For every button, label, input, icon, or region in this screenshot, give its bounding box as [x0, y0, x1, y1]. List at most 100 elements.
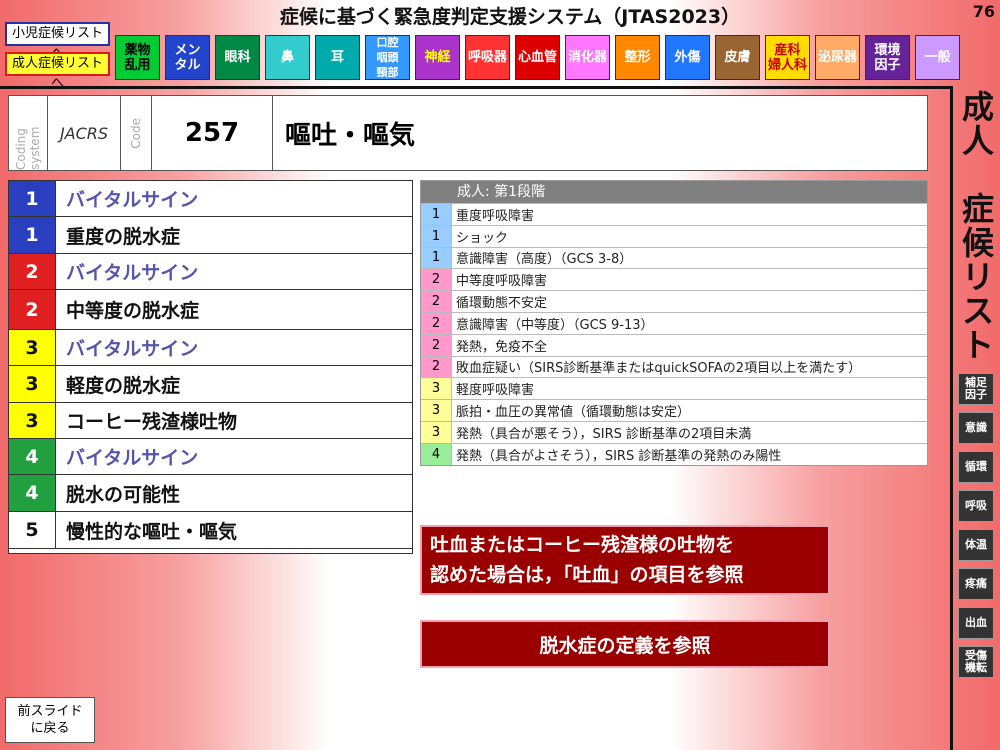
previous-slide-button[interactable]: 前スライド に戻る: [5, 697, 95, 743]
category-button[interactable]: 耳: [315, 35, 360, 80]
category-button[interactable]: 薬物 乱用: [115, 35, 160, 80]
criteria-text: 発熱（具合が悪そう），SIRS 診断基準の2項目未満: [451, 421, 927, 443]
category-button[interactable]: 外傷: [665, 35, 710, 80]
criteria-row: 2 発熱，免疫不全: [421, 333, 927, 356]
criteria-row: 4 発熱（具合がよさそう），SIRS 診断基準の発熱のみ陽性: [421, 442, 927, 465]
dehydration-definition-button[interactable]: 脱水症の定義を参照: [420, 620, 830, 668]
pediatric-list-button[interactable]: 小児症候リストへ: [5, 22, 110, 61]
symptom-row[interactable]: 1 重度の脱水症: [9, 217, 412, 254]
criteria-level: 3: [421, 421, 451, 443]
adult-list-button[interactable]: 成人症候リストへ: [5, 52, 110, 91]
coding-system-label: Coding system: [14, 126, 42, 170]
category-button[interactable]: 眼科: [215, 35, 260, 80]
page-number: 76: [972, 2, 995, 21]
criteria-text: 意識障害（高度）（GCS 3-8）: [451, 247, 927, 269]
category-button[interactable]: 神経: [415, 35, 460, 80]
criteria-rows: 1 重度呼吸障害 1 ショック 1 意識障害（高度）（GCS 3-8） 2 中等度呼吸障害 2 循…: [421, 203, 927, 465]
symptom-row[interactable]: 1 バイタルサイン: [9, 181, 412, 217]
code-value: 257: [152, 96, 273, 170]
hematemesis-note-button[interactable]: 吐血またはコーヒー残渣様の吐物を 認めた場合は，「吐血」の項目を参照: [420, 525, 830, 595]
triage-level-badge: 5: [9, 512, 56, 548]
triage-level-badge: 3: [9, 330, 56, 365]
criteria-header: 成人: 第1段階: [421, 181, 927, 203]
symptom-row[interactable]: 5 慢性的な嘔吐・嘔気: [9, 512, 412, 549]
category-button[interactable]: 皮膚: [715, 35, 760, 80]
first-stage-criteria-table: 成人: 第1段階 1 重度呼吸障害 1 ショック 1 意識障害（高度）（GCS 3-8） 2…: [420, 180, 928, 466]
coding-box: Coding system JACRS Code 257 嘔吐・嘔気: [8, 95, 928, 171]
criteria-text: 発熱，免疫不全: [451, 334, 927, 356]
symptom-row[interactable]: 2 バイタルサイン: [9, 254, 412, 290]
criteria-level: 2: [421, 269, 451, 291]
criteria-row: 3 軽度呼吸障害: [421, 377, 927, 400]
symptom-text: バイタルサイン: [66, 189, 199, 211]
modifier-button[interactable]: 受傷 機転: [958, 646, 994, 678]
criteria-row: 1 ショック: [421, 224, 927, 247]
modifier-button[interactable]: 疼痛: [958, 568, 994, 600]
criteria-row: 1 意識障害（高度）（GCS 3-8）: [421, 246, 927, 269]
category-button[interactable]: メン タル: [165, 35, 210, 80]
modifier-button[interactable]: 呼吸: [958, 490, 994, 522]
symptom-row[interactable]: 4 脱水の可能性: [9, 475, 412, 512]
symptom-text: 軽度の脱水症: [66, 374, 181, 397]
modifier-button[interactable]: 出血: [958, 607, 994, 639]
criteria-level: 3: [421, 378, 451, 400]
criteria-level: 4: [421, 443, 451, 465]
symptom-table: 1 バイタルサイン 1 重度の脱水症 2 バイタルサイン 2 中等度の脱水症 3 バイタルサイン 3…: [8, 180, 413, 554]
symptom-row[interactable]: 2 中等度の脱水症: [9, 290, 412, 330]
divider-horizontal: [0, 86, 953, 89]
criteria-text: 中等度呼吸障害: [451, 269, 927, 291]
criteria-row: 2 中等度呼吸障害: [421, 268, 927, 291]
symptom-text: バイタルサイン: [66, 338, 199, 360]
category-button[interactable]: 泌尿器: [815, 35, 860, 80]
modifier-button[interactable]: 体温: [958, 529, 994, 561]
criteria-text: 重度呼吸障害: [451, 204, 927, 225]
triage-level-badge: 1: [9, 217, 56, 253]
criteria-level: 1: [421, 204, 451, 225]
criteria-text: 循環動態不安定: [451, 291, 927, 312]
criteria-level: 1: [421, 225, 451, 247]
triage-level-badge: 2: [9, 290, 56, 329]
criteria-level: 2: [421, 291, 451, 312]
category-button[interactable]: 一般: [915, 35, 960, 80]
category-button[interactable]: 消化器: [565, 35, 610, 80]
criteria-level: 2: [421, 334, 451, 356]
sidebar-title: 成人 症候リスト: [961, 88, 994, 364]
code-label-cell: Code: [121, 96, 152, 170]
category-button[interactable]: 環境 因子: [865, 35, 910, 80]
symptom-text: バイタルサイン: [66, 262, 199, 284]
criteria-level: 3: [421, 400, 451, 421]
symptom-row[interactable]: 3 バイタルサイン: [9, 330, 412, 366]
category-button[interactable]: 口腔 咽頭 頸部: [365, 35, 410, 80]
category-button[interactable]: 産科 婦人科: [765, 35, 810, 80]
triage-level-badge: 4: [9, 439, 56, 474]
triage-level-badge: 1: [9, 181, 56, 216]
symptom-row[interactable]: 3 コーヒー残渣様吐物: [9, 403, 412, 439]
category-button[interactable]: 整形: [615, 35, 660, 80]
criteria-text: ショック: [451, 225, 927, 247]
category-button[interactable]: 鼻: [265, 35, 310, 80]
criteria-text: 発熱（具合がよさそう），SIRS 診断基準の発熱のみ陽性: [451, 443, 927, 465]
modifier-button[interactable]: 補足 因子: [958, 373, 994, 405]
category-button[interactable]: 心血管: [515, 35, 560, 80]
criteria-row: 2 敗血症疑い（SIRS診断基準またはquickSOFAの2項目以上を満たす）: [421, 355, 927, 378]
criteria-text: 脈拍・血圧の異常値（循環動態は安定）: [451, 400, 927, 421]
criteria-text: 意識障害（中等度）（GCS 9-13）: [451, 312, 927, 334]
triage-level-badge: 3: [9, 403, 56, 438]
category-button[interactable]: 呼吸器: [465, 35, 510, 80]
triage-level-badge: 3: [9, 366, 56, 402]
symptom-row[interactable]: 4 バイタルサイン: [9, 439, 412, 475]
divider-vertical: [950, 86, 953, 750]
criteria-level: 1: [421, 247, 451, 269]
triage-level-badge: 4: [9, 475, 56, 511]
criteria-level: 2: [421, 356, 451, 378]
modifier-button[interactable]: 循環: [958, 451, 994, 483]
coding-system-value: JACRS: [48, 96, 121, 170]
criteria-level: 2: [421, 312, 451, 334]
criteria-row: 3 発熱（具合が悪そう），SIRS 診断基準の2項目未満: [421, 420, 927, 443]
criteria-row: 2 循環動態不安定: [421, 290, 927, 312]
triage-level-badge: 2: [9, 254, 56, 289]
criteria-row: 1 重度呼吸障害: [421, 203, 927, 225]
symptom-text: バイタルサイン: [66, 447, 199, 469]
symptom-row[interactable]: 3 軽度の脱水症: [9, 366, 412, 403]
modifier-button[interactable]: 意識: [958, 412, 994, 444]
